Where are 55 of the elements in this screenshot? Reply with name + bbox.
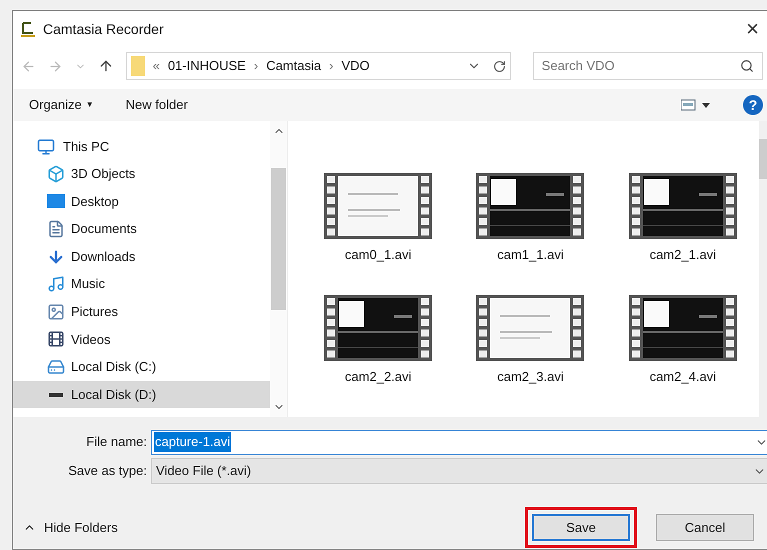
desktop-icon xyxy=(47,194,65,208)
new-folder-button[interactable]: New folder xyxy=(126,95,188,115)
selected-text: capture-1.avi xyxy=(154,432,232,452)
save-type-value: Video File (*.avi) xyxy=(156,462,252,480)
sidebar-item[interactable]: Downloads xyxy=(13,242,270,270)
sidebar-item[interactable]: Local Disk (C:) xyxy=(13,353,270,381)
file-name[interactable]: cam0_1.avi xyxy=(344,245,412,264)
sidebar-item[interactable]: Local Disk (D:) xyxy=(13,380,270,408)
sidebar-item[interactable]: Documents xyxy=(13,215,270,243)
search-input[interactable]: Search VDO xyxy=(542,56,740,76)
search-field[interactable]: Search VDO xyxy=(532,52,764,80)
close-button[interactable]: × xyxy=(742,18,763,40)
file-name[interactable]: cam2_2.avi xyxy=(344,366,412,386)
cancel-button[interactable]: Cancel xyxy=(656,514,754,541)
help-icon[interactable]: ? xyxy=(743,95,763,115)
sidebar-item[interactable]: Desktop xyxy=(13,188,270,216)
sidebar-item[interactable]: Pictures xyxy=(13,298,270,326)
cube-icon xyxy=(47,164,65,183)
organize-button[interactable]: Organize ▼ xyxy=(29,95,94,115)
file-name-label: File name: xyxy=(85,433,148,452)
document-icon xyxy=(47,220,65,238)
address-bar[interactable]: « 01-INHOUSE › Camtasia › VDO xyxy=(126,52,511,80)
breadcrumb-item[interactable]: Camtasia xyxy=(266,56,322,76)
file-name-field[interactable]: capture-1.avi xyxy=(151,430,767,454)
save-button[interactable]: Save xyxy=(532,514,630,541)
sidebar-item[interactable]: This PC xyxy=(13,133,270,160)
sidebar-item[interactable]: 3D Objects xyxy=(13,160,270,188)
breadcrumb-item[interactable]: 01-INHOUSE xyxy=(168,56,246,76)
window-title: Camtasia Recorder xyxy=(43,20,164,38)
file-name[interactable]: cam2_3.avi xyxy=(497,366,564,386)
save-type-dropdown[interactable]: Video File (*.avi) xyxy=(151,458,767,484)
search-icon xyxy=(740,59,754,73)
picture-icon xyxy=(47,302,65,321)
file-name[interactable]: cam2_4.avi xyxy=(650,366,716,386)
app-icon xyxy=(21,21,35,37)
drive-icon xyxy=(49,392,63,397)
up-icon[interactable] xyxy=(98,58,114,74)
breadcrumb-separator: › xyxy=(329,57,334,76)
file-name[interactable]: cam1_1.avi xyxy=(497,245,564,264)
scrollbar[interactable] xyxy=(270,121,287,417)
music-note-icon xyxy=(47,275,65,294)
sidebar-item[interactable]: Music xyxy=(13,270,270,298)
file-name[interactable]: cam2_1.avi xyxy=(650,245,716,264)
film-icon xyxy=(47,330,65,348)
folder-icon xyxy=(130,56,145,76)
save-type-label: Save as type: xyxy=(67,462,148,480)
hide-folders-button[interactable]: Hide Folders xyxy=(23,518,118,538)
view-options-icon[interactable] xyxy=(681,99,711,111)
refresh-icon[interactable] xyxy=(492,60,506,72)
breadcrumb-separator: › xyxy=(254,57,258,76)
breadcrumb-item[interactable]: VDO xyxy=(341,56,370,76)
sidebar-item[interactable]: Videos xyxy=(13,326,270,354)
drive-icon xyxy=(47,358,65,376)
overflow-chevron[interactable]: « xyxy=(152,56,160,76)
computer-icon xyxy=(37,138,55,156)
